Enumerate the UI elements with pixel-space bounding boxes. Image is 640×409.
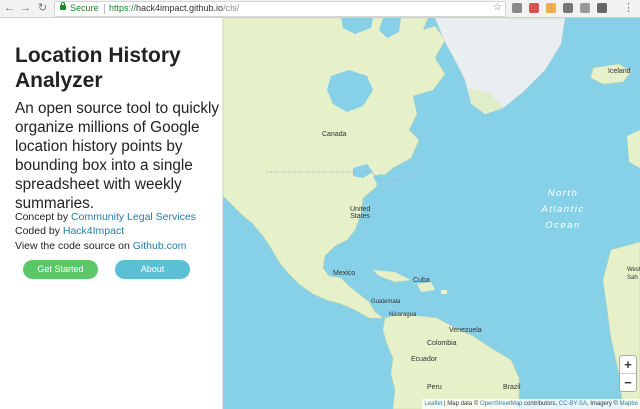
browser-toolbar: ← → ↻ Secure https://hack4impact.github.… [0,0,640,18]
extension-shield-icon[interactable] [529,3,539,13]
label-nicaragua: Nicaragua [389,312,417,318]
get-started-button[interactable]: Get Started [23,260,98,279]
label-mexico: Mexico [333,270,356,277]
zoom-out-button[interactable]: − [620,373,636,391]
source-line: View the code source on Github.com [15,240,187,252]
extension-clock-icon[interactable] [563,3,573,13]
reload-icon[interactable]: ↻ [36,2,49,15]
label-western-sahara: Weste Sah [627,267,640,281]
bookmark-star-icon[interactable]: ☆ [493,2,502,13]
extension-icon[interactable] [546,3,556,13]
label-cuba: Cuba [413,277,430,284]
label-iceland: Iceland [608,68,631,75]
osm-link[interactable]: OpenStreetMap [480,401,522,407]
forward-icon[interactable]: → [19,2,32,15]
back-icon[interactable]: ← [3,2,16,15]
label-guatemala: Guatemala [371,299,401,305]
description: An open source tool to quickly organize … [15,100,220,212]
lock-icon [60,2,66,10]
cast-icon[interactable] [512,3,522,13]
page-title: Location History Analyzer [15,44,181,92]
label-colombia: Colombia [427,340,457,347]
label-venezuela: Venezuela [449,327,482,334]
label-peru: Peru [427,384,442,391]
label-north-atlantic-ocean: North Atlantic Ocean [541,188,585,231]
secure-label: Secure [70,3,99,13]
url-text[interactable]: https://hack4impact.github.io/cls/ [109,3,239,13]
label-ecuador: Ecuador [411,356,438,363]
concept-line: Concept by Community Legal Services [15,211,196,223]
license-link[interactable]: CC-BY-SA [559,401,587,407]
coded-link[interactable]: Hack4Impact [63,225,124,237]
github-link[interactable]: Github.com [133,240,187,252]
extension-block-icon[interactable] [580,3,590,13]
map-attribution: Leaflet | Map data © OpenStreetMap contr… [422,399,640,409]
zoom-control: + − [619,355,637,392]
map[interactable]: Canada Iceland United States Mexico Cuba … [223,18,640,409]
label-united-states: United States [350,206,371,220]
zoom-in-button[interactable]: + [620,356,636,373]
concept-link[interactable]: Community Legal Services [71,211,196,223]
coded-line: Coded by Hack4Impact [15,225,125,237]
address-bar[interactable]: Secure https://hack4impact.github.io/cls… [54,1,506,17]
leaflet-link[interactable]: Leaflet [424,401,442,407]
label-canada: Canada [322,131,347,138]
label-brazil: Brazil [503,384,521,391]
about-button[interactable]: About [115,260,190,279]
menu-icon[interactable]: ⋮ [622,2,635,15]
mapbox-link[interactable]: Mapbo [620,401,638,407]
extension-gear-icon[interactable] [597,3,607,13]
sidebar: Location History Analyzer An open source… [0,18,223,409]
